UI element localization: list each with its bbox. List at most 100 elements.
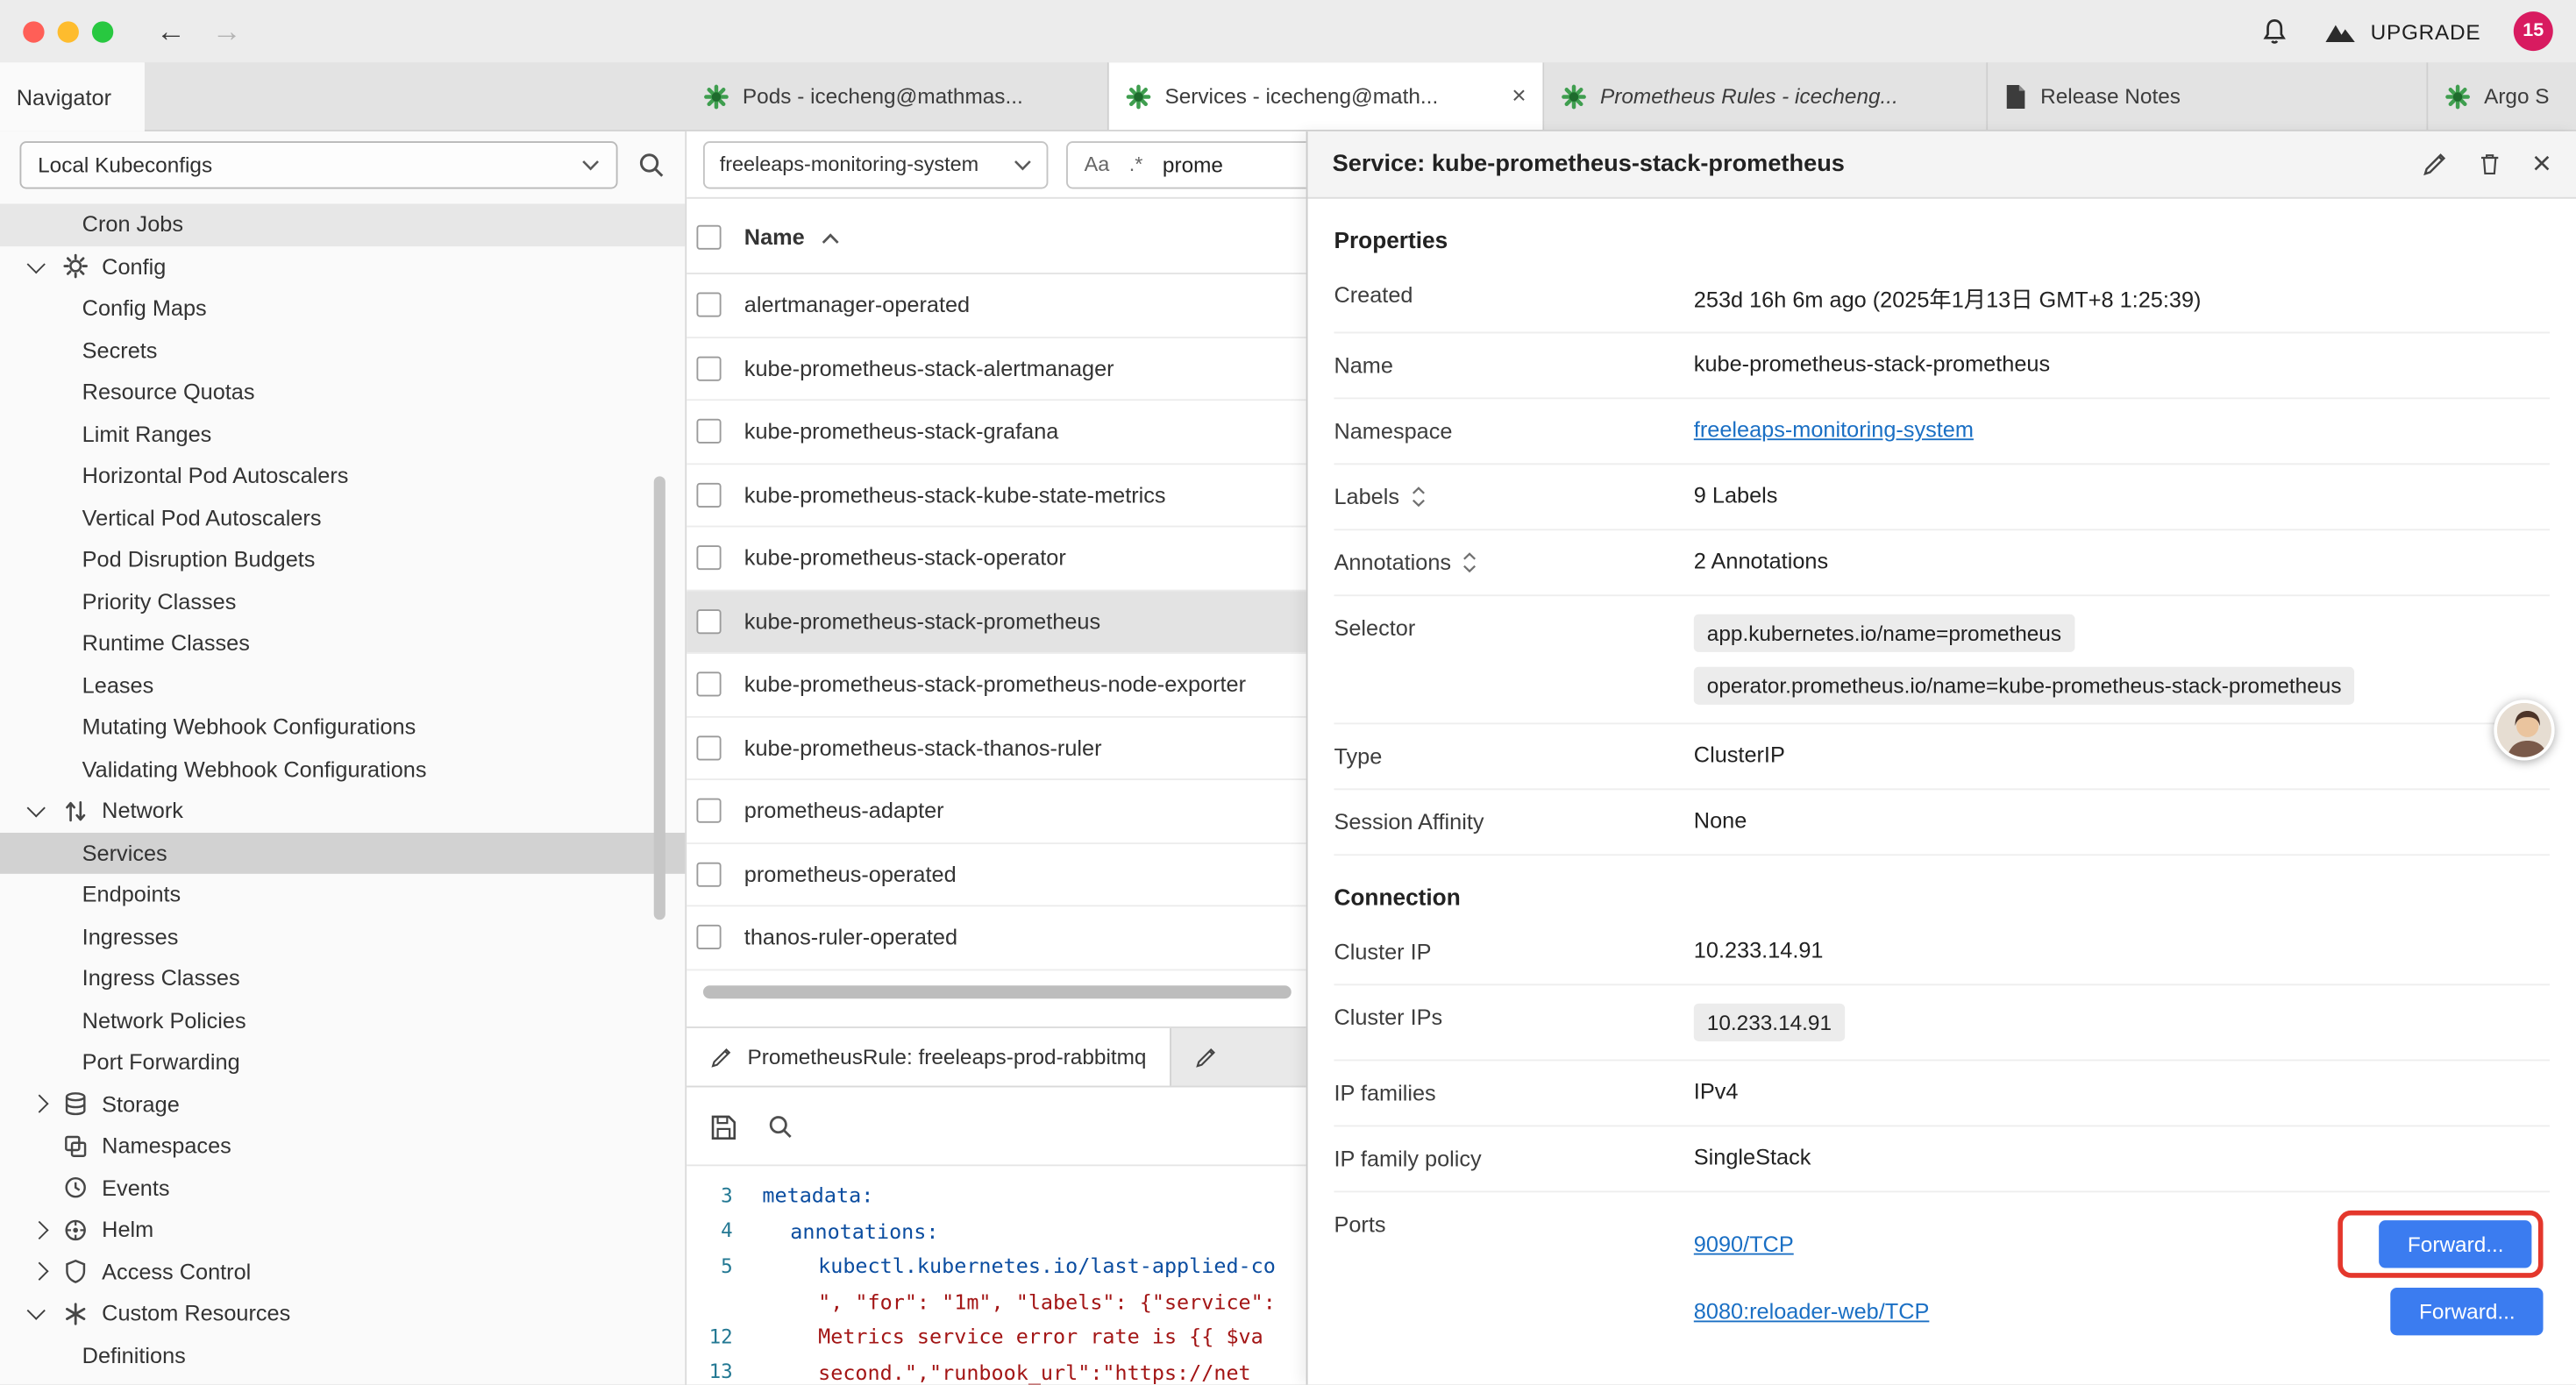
chevron-down-icon[interactable] bbox=[30, 1310, 62, 1318]
row-checkbox[interactable] bbox=[696, 735, 721, 760]
tab-navigator[interactable]: Navigator bbox=[0, 62, 145, 131]
row-checkbox[interactable] bbox=[696, 356, 721, 380]
sidebar-item-events[interactable]: Events bbox=[0, 1167, 685, 1209]
kubeconfig-selector[interactable]: Local Kubeconfigs bbox=[19, 140, 617, 188]
chevron-right-icon[interactable] bbox=[30, 1097, 62, 1111]
sidebar-item-vertical-pod-autoscalers[interactable]: Vertical Pod Autoscalers bbox=[0, 497, 685, 539]
sidebar-item-custom-resources[interactable]: Custom Resources bbox=[0, 1293, 685, 1335]
sidebar-item-cron-jobs[interactable]: Cron Jobs bbox=[0, 203, 685, 245]
sidebar-item-limit-ranges[interactable]: Limit Ranges bbox=[0, 413, 685, 455]
chevron-down-icon[interactable] bbox=[30, 806, 62, 814]
row-checkbox[interactable] bbox=[696, 482, 721, 507]
app-canvas: ← → UPGRADE 15 Navigator Pods - icecheng… bbox=[0, 0, 2576, 1385]
row-checkbox[interactable] bbox=[696, 799, 721, 823]
forward-button-nav[interactable]: → bbox=[212, 17, 242, 46]
close-window-button[interactable] bbox=[23, 20, 44, 41]
bell-icon[interactable] bbox=[2259, 16, 2290, 47]
editor-tab-prometheusrule-freeleaps-prod-rabbitmq[interactable]: PrometheusRule: freeleaps-prod-rabbitmq bbox=[687, 1028, 1171, 1086]
storage-icon bbox=[62, 1091, 102, 1118]
close-icon[interactable]: × bbox=[2532, 148, 2551, 181]
detail-label: Cluster IP bbox=[1334, 938, 1693, 964]
sidebar-item-runtime-classes[interactable]: Runtime Classes bbox=[0, 622, 685, 664]
sidebar-item-services[interactable]: Services bbox=[0, 832, 685, 874]
tab-services-icecheng-math[interactable]: Services - icecheng@math... × bbox=[1109, 62, 1545, 130]
content-tabs: Pods - icecheng@mathmas... Services - ice… bbox=[687, 62, 2576, 130]
sidebar-search-icon[interactable] bbox=[637, 150, 665, 178]
row-checkbox[interactable] bbox=[696, 862, 721, 886]
sidebar-item-definitions[interactable]: Definitions bbox=[0, 1334, 685, 1376]
row-checkbox[interactable] bbox=[696, 609, 721, 634]
row-checkbox[interactable] bbox=[696, 672, 721, 697]
back-button[interactable]: ← bbox=[156, 17, 186, 46]
sidebar-item-helm[interactable]: Helm bbox=[0, 1209, 685, 1251]
name-column-header[interactable]: Name bbox=[744, 224, 839, 249]
forward-button[interactable]: Forward... bbox=[2380, 1220, 2531, 1268]
sidebar-scrollbar[interactable] bbox=[654, 476, 665, 920]
sidebar-item-namespaces[interactable]: Namespaces bbox=[0, 1126, 685, 1168]
sidebar-item-pod-disruption-budgets[interactable]: Pod Disruption Budgets bbox=[0, 539, 685, 581]
sidebar-item-label: Mutating Webhook Configurations bbox=[82, 715, 416, 740]
name-header-label: Name bbox=[744, 224, 805, 249]
sidebar-item-access-control[interactable]: Access Control bbox=[0, 1251, 685, 1293]
chevron-right-icon[interactable] bbox=[30, 1265, 62, 1278]
tab-pods-icecheng-mathmas[interactable]: Pods - icecheng@mathmas... bbox=[687, 62, 1109, 130]
service-name: kube-prometheus-stack-thanos-ruler bbox=[744, 735, 1102, 760]
sidebar-item-storage[interactable]: Storage bbox=[0, 1083, 685, 1126]
namespace-filter-dropdown[interactable]: freeleaps-monitoring-system bbox=[703, 140, 1048, 188]
sidebar-item-config[interactable]: Config bbox=[0, 245, 685, 288]
editor-search-icon[interactable] bbox=[767, 1113, 793, 1140]
edit-icon[interactable] bbox=[2422, 151, 2448, 177]
tab-label: Services - icecheng@math... bbox=[1164, 84, 1489, 109]
expand-toggle-icon[interactable] bbox=[1411, 487, 1426, 508]
chevron-down-icon[interactable] bbox=[30, 262, 62, 270]
sidebar-item-resource-quotas[interactable]: Resource Quotas bbox=[0, 371, 685, 413]
expand-toggle-icon[interactable] bbox=[1462, 552, 1477, 573]
regex-toggle[interactable]: .* bbox=[1129, 153, 1143, 175]
detail-row-namespace: Namespacefreeleaps-monitoring-system bbox=[1334, 399, 2550, 465]
tab-prometheus-rules-icecheng[interactable]: Prometheus Rules - icecheng... bbox=[1544, 62, 1988, 130]
sidebar-item-config-maps[interactable]: Config Maps bbox=[0, 288, 685, 330]
sidebar-item-priority-classes[interactable]: Priority Classes bbox=[0, 580, 685, 622]
namespaces-icon bbox=[62, 1133, 102, 1159]
sidebar-item-secrets[interactable]: Secrets bbox=[0, 330, 685, 372]
notification-badge[interactable]: 15 bbox=[2514, 11, 2553, 51]
forward-button[interactable]: Forward... bbox=[2391, 1287, 2543, 1334]
sidebar-item-port-forwarding[interactable]: Port Forwarding bbox=[0, 1041, 685, 1083]
annotation-highlight: Forward... bbox=[2338, 1211, 2543, 1278]
row-checkbox[interactable] bbox=[696, 419, 721, 444]
minimize-window-button[interactable] bbox=[58, 20, 79, 41]
match-case-toggle[interactable]: Aa bbox=[1085, 153, 1110, 175]
maximize-window-button[interactable] bbox=[92, 20, 113, 41]
tab-label: Pods - icecheng@mathmas... bbox=[743, 84, 1091, 109]
detail-row-selector: Selectorapp.kubernetes.io/name=prometheu… bbox=[1334, 596, 2550, 724]
tab-argo-s[interactable]: Argo S bbox=[2428, 62, 2576, 130]
row-checkbox[interactable] bbox=[696, 546, 721, 571]
sidebar-item-ingress-classes[interactable]: Ingress Classes bbox=[0, 957, 685, 999]
row-checkbox[interactable] bbox=[696, 293, 721, 317]
port-link[interactable]: 9090/TCP bbox=[1694, 1232, 1794, 1256]
detail-row-ip-family-policy: IP family policySingleStack bbox=[1334, 1126, 2550, 1192]
port-link[interactable]: 8080:reloader-web/TCP bbox=[1694, 1298, 1930, 1323]
delete-icon[interactable] bbox=[2478, 151, 2502, 177]
select-all-checkbox[interactable] bbox=[696, 224, 721, 249]
sidebar-item-ingresses[interactable]: Ingresses bbox=[0, 916, 685, 958]
namespace-link[interactable]: freeleaps-monitoring-system bbox=[1694, 417, 1974, 442]
upgrade-button[interactable]: UPGRADE bbox=[2323, 19, 2480, 44]
detail-label: Type bbox=[1334, 742, 1693, 769]
tab-release-notes[interactable]: Release Notes bbox=[1988, 62, 2428, 130]
row-checkbox[interactable] bbox=[696, 925, 721, 949]
sidebar-item-validating-webhook-configurations[interactable]: Validating Webhook Configurations bbox=[0, 748, 685, 790]
horizontal-scrollbar[interactable] bbox=[703, 985, 1292, 998]
save-icon[interactable] bbox=[709, 1112, 737, 1140]
sidebar-item-network[interactable]: Network bbox=[0, 790, 685, 832]
kubeconfig-selector-value: Local Kubeconfigs bbox=[38, 152, 212, 176]
sidebar-item-leases[interactable]: Leases bbox=[0, 664, 685, 707]
sidebar-item-network-policies[interactable]: Network Policies bbox=[0, 999, 685, 1041]
close-icon[interactable]: × bbox=[1512, 82, 1526, 110]
avatar[interactable] bbox=[2494, 700, 2554, 760]
line-text: Metrics service error rate is {{ $va bbox=[762, 1325, 1263, 1349]
sidebar-item-endpoints[interactable]: Endpoints bbox=[0, 874, 685, 916]
sidebar-item-mutating-webhook-configurations[interactable]: Mutating Webhook Configurations bbox=[0, 707, 685, 749]
chevron-right-icon[interactable] bbox=[30, 1223, 62, 1236]
sidebar-item-horizontal-pod-autoscalers[interactable]: Horizontal Pod Autoscalers bbox=[0, 455, 685, 497]
